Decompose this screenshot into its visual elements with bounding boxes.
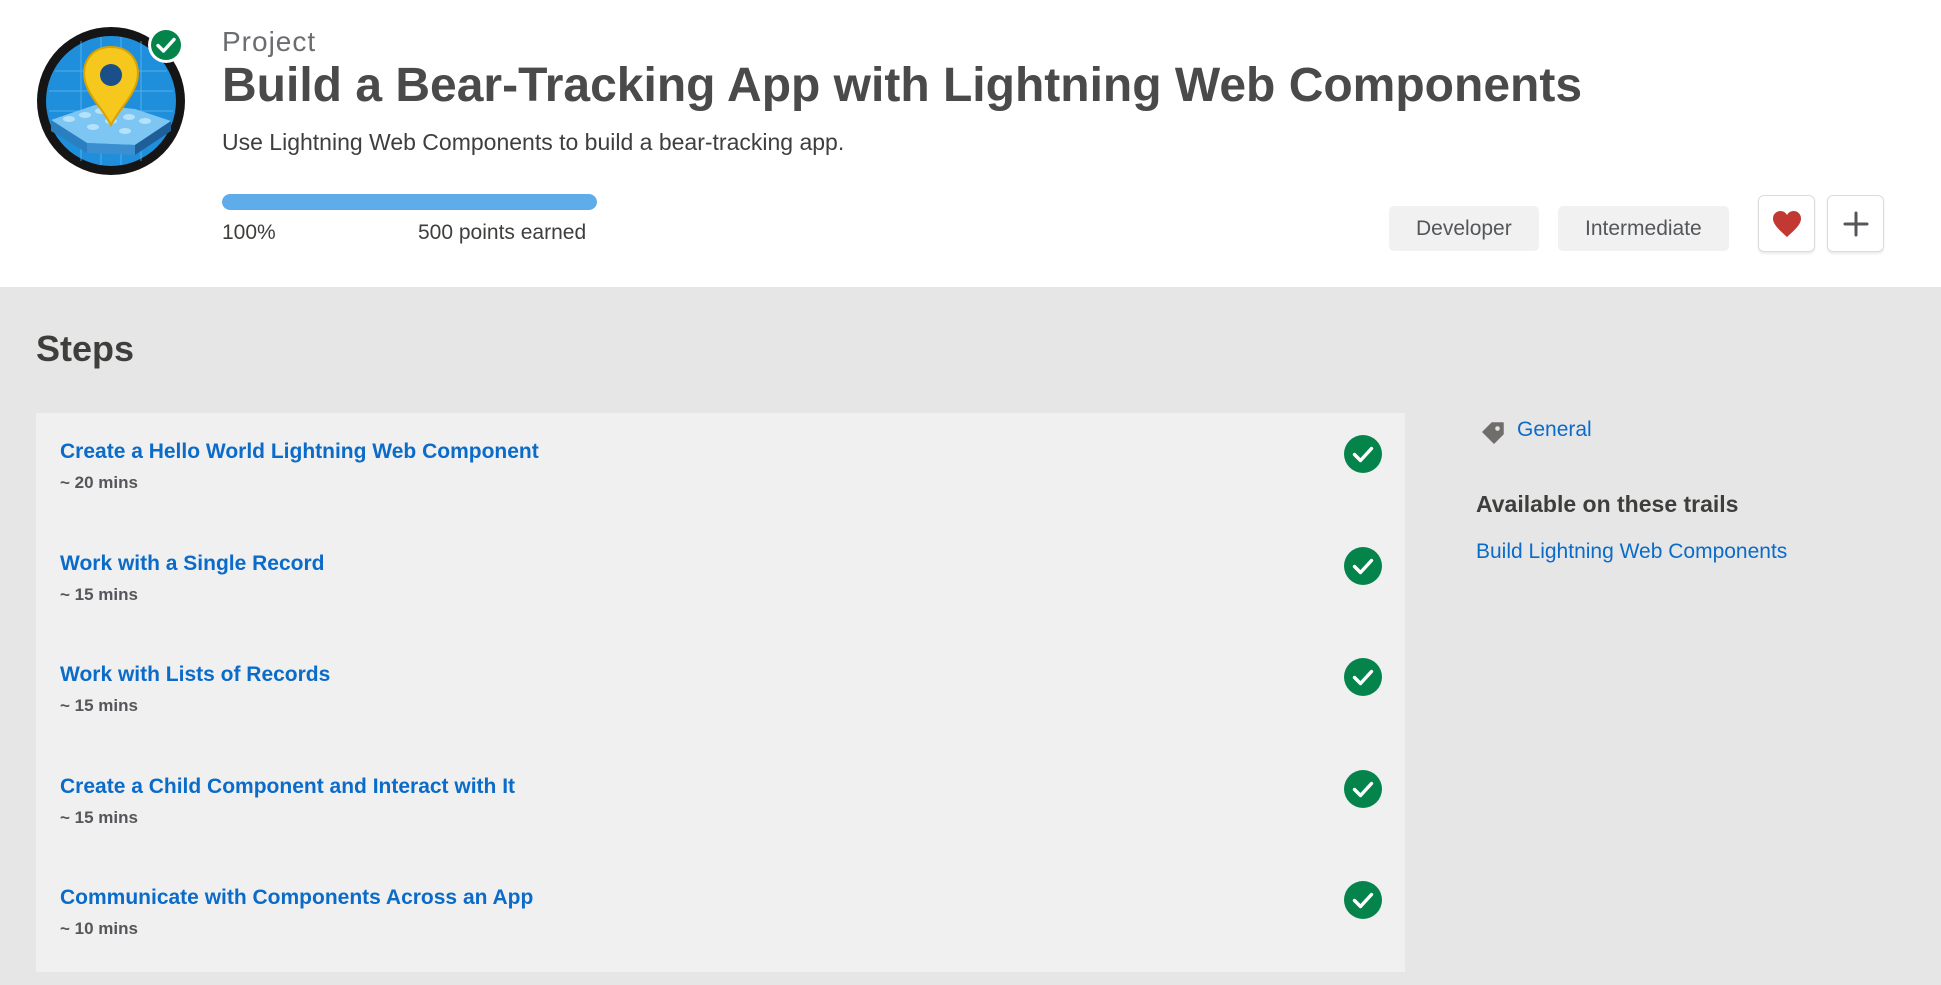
step-item: Create a Hello World Lightning Web Compo… [36,413,1405,524]
step-complete-check-icon [1344,770,1382,808]
progress-percent: 100% [222,221,276,244]
step-link[interactable]: Create a Hello World Lightning Web Compo… [60,440,539,464]
steps-list: Create a Hello World Lightning Web Compo… [36,413,1405,972]
project-badge [35,25,187,177]
step-duration: ~ 10 mins [60,919,138,938]
step-item: Communicate with Components Across an Ap… [36,859,1405,970]
step-item: Work with a Single Record ~ 15 mins [36,525,1405,636]
favorite-button[interactable] [1758,195,1815,252]
step-duration: ~ 15 mins [60,808,138,827]
tag-icon [1482,422,1504,444]
role-tag: Developer [1389,206,1539,251]
plus-icon [1843,211,1868,236]
step-item: Create a Child Component and Interact wi… [36,748,1405,859]
step-link[interactable]: Create a Child Component and Interact wi… [60,775,515,799]
topic-link-general[interactable]: General [1517,418,1592,442]
level-tag: Intermediate [1558,206,1729,251]
page-title: Build a Bear-Tracking App with Lightning… [222,59,1583,112]
step-item: Work with Lists of Records ~ 15 mins [36,636,1405,747]
step-link[interactable]: Work with a Single Record [60,552,325,576]
step-duration: ~ 20 mins [60,473,138,492]
completed-check-icon [148,27,184,63]
project-header: Project Build a Bear-Tracking App with L… [0,0,1941,287]
steps-heading: Steps [36,328,135,369]
step-link[interactable]: Work with Lists of Records [60,663,330,687]
trail-link[interactable]: Build Lightning Web Components [1476,540,1787,564]
progress-bar [222,194,597,210]
step-complete-check-icon [1344,658,1382,696]
heart-icon [1772,210,1801,237]
page-description: Use Lightning Web Components to build a … [222,129,845,155]
step-complete-check-icon [1344,547,1382,585]
add-to-list-button[interactable] [1827,195,1884,252]
content-type-label: Project [222,26,317,57]
step-link[interactable]: Communicate with Components Across an Ap… [60,886,533,910]
step-duration: ~ 15 mins [60,696,138,715]
step-complete-check-icon [1344,881,1382,919]
progress-bar-fill [222,194,597,210]
step-duration: ~ 15 mins [60,585,138,604]
trails-heading: Available on these trails [1476,491,1739,517]
points-earned: 500 points earned [418,221,587,244]
step-complete-check-icon [1344,435,1382,473]
